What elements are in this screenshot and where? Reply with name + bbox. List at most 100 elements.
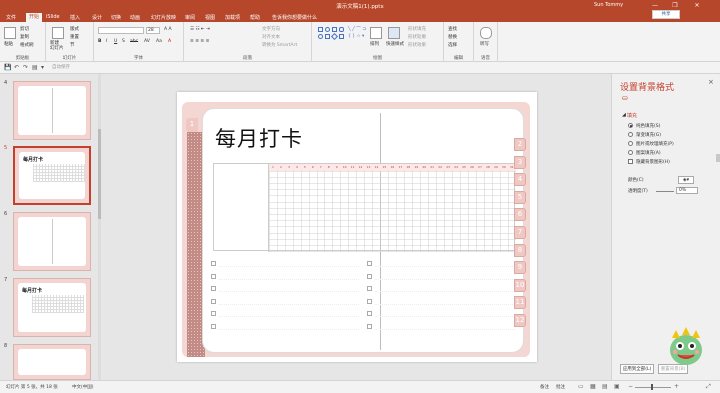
quick-styles-icon[interactable] <box>388 27 400 39</box>
shape-lines-icon[interactable]: ╲ ╱ ⌒ ⊐ <box>348 26 366 32</box>
layout-button[interactable]: 版式 <box>70 26 79 32</box>
tab-view[interactable]: 视图 <box>205 14 215 21</box>
hide-graphics-checkbox[interactable] <box>628 159 633 164</box>
save-icon[interactable]: 💾 <box>4 64 11 71</box>
todo-checkbox[interactable] <box>367 286 372 291</box>
new-slide-button[interactable]: 新建 幻灯片 <box>50 41 64 51</box>
slide[interactable]: 每月打卡 1 2 3 4 5 6 7 8 9 10 11 12 13 14 15 16 17 18 19 20 21 22… <box>177 92 537 362</box>
dictate-button[interactable]: 听写 <box>480 41 489 47</box>
checkin-table[interactable]: 1 2 3 4 5 6 7 8 9 10 11 12 13 14 15 16 17 18 19 20 21 22 23 24 2… <box>213 163 516 252</box>
slide-thumbnail-7[interactable]: 每月打卡 <box>13 278 91 337</box>
font-color-button[interactable]: A <box>168 39 171 44</box>
sorter-view-icon[interactable]: ▦ <box>590 383 596 390</box>
shape-outline-button[interactable]: 形状轮廓 <box>408 34 426 40</box>
shadow-button[interactable]: S <box>122 39 125 44</box>
font-name-combo[interactable] <box>98 27 144 34</box>
todo-checkbox[interactable] <box>211 311 216 316</box>
zoom-out-icon[interactable]: − <box>628 383 633 390</box>
user-name[interactable]: Sun Tommy <box>594 2 623 8</box>
shape-circle-icon[interactable] <box>318 34 323 39</box>
language-indicator[interactable]: 中文(中国) <box>72 384 94 390</box>
paste-icon[interactable] <box>4 27 16 39</box>
shape-oval-icon[interactable] <box>325 27 330 32</box>
redo-icon[interactable]: ↷ <box>23 64 28 71</box>
tab-home[interactable]: 开始 <box>26 13 43 22</box>
shape-fill-button[interactable]: 形状填充 <box>408 26 426 32</box>
transparency-input[interactable]: 0% <box>676 187 698 194</box>
todo-checkbox[interactable] <box>211 286 216 291</box>
fill-section-label[interactable]: 填充 <box>627 112 637 119</box>
todo-checkbox[interactable] <box>211 323 216 329</box>
bold-button[interactable]: B <box>98 39 101 44</box>
close-pane-button[interactable]: × <box>708 78 714 86</box>
replace-button[interactable]: 替换 <box>448 34 457 40</box>
normal-view-icon[interactable]: ▭ <box>578 383 584 390</box>
tab-help[interactable]: 帮助 <box>250 14 260 21</box>
shape-more-icon[interactable]: { } ☆ ▾ <box>348 34 364 39</box>
comments-button[interactable]: 批注 <box>556 384 565 390</box>
section-button[interactable]: 节 <box>70 42 75 48</box>
slide-thumbnail-6[interactable] <box>13 212 91 271</box>
solid-fill-radio[interactable] <box>628 123 633 128</box>
gradient-fill-radio[interactable] <box>628 132 633 137</box>
tell-me-search[interactable]: 告诉我你想要做什么 <box>272 14 317 21</box>
strike-button[interactable]: abc <box>130 39 138 44</box>
transparency-slider[interactable] <box>656 191 674 192</box>
align-text-button[interactable]: 对齐文本 <box>262 34 280 40</box>
tab-insert[interactable]: 插入 <box>70 14 80 21</box>
zoom-knob[interactable] <box>651 384 653 390</box>
select-button[interactable]: 选择 <box>448 42 457 48</box>
notes-button[interactable]: 备注 <box>540 384 549 390</box>
todo-checkbox[interactable] <box>211 273 216 279</box>
shape-rect-icon[interactable] <box>318 27 323 32</box>
grow-font-icon[interactable]: A A <box>164 27 172 32</box>
microphone-icon[interactable] <box>480 27 492 39</box>
color-picker-button[interactable]: ◈▾ <box>678 176 694 184</box>
arrange-button[interactable]: 排列 <box>370 41 379 47</box>
new-slide-icon[interactable] <box>52 27 64 39</box>
underline-button[interactable]: U <box>114 39 117 44</box>
customize-qat-icon[interactable]: ▾ <box>41 64 44 71</box>
todo-checkbox[interactable] <box>367 298 372 304</box>
shape-square-icon[interactable] <box>325 34 330 39</box>
reset-button[interactable]: 重置 <box>70 34 79 40</box>
tab-design[interactable]: 设计 <box>92 14 102 21</box>
arrange-icon[interactable] <box>370 27 382 39</box>
format-painter-button[interactable]: 格式刷 <box>20 42 34 48</box>
tab-addins[interactable]: 加载项 <box>225 14 240 21</box>
quick-styles-button[interactable]: 快速样式 <box>386 41 404 47</box>
shape-tri-icon[interactable] <box>339 34 344 39</box>
reading-view-icon[interactable]: ▤ <box>602 383 608 390</box>
paste-button[interactable]: 粘贴 <box>4 41 13 47</box>
fit-slide-icon[interactable]: ⤢ <box>706 383 711 391</box>
shape-rounded-icon[interactable] <box>339 27 344 32</box>
spacing-button[interactable]: AV <box>144 39 150 44</box>
collapse-triangle-icon[interactable]: ◢ <box>622 112 626 118</box>
tab-islide[interactable]: iSlide <box>46 14 60 20</box>
tab-slideshow[interactable]: 幻灯片放映 <box>151 14 176 21</box>
todo-checkbox[interactable] <box>367 261 372 266</box>
shape-effects-button[interactable]: 形状效果 <box>408 42 426 48</box>
tab-review[interactable]: 审阅 <box>185 14 195 21</box>
zoom-slider[interactable] <box>635 387 671 388</box>
copy-button[interactable]: 复制 <box>20 34 29 40</box>
cut-button[interactable]: 剪切 <box>20 26 29 32</box>
todo-checkbox[interactable] <box>367 273 372 279</box>
todo-checkbox[interactable] <box>367 323 372 329</box>
shape-rect2-icon[interactable] <box>332 27 337 32</box>
align-icons[interactable]: ≡ ≡ ≡ ≡ <box>190 39 209 44</box>
todo-checkbox[interactable] <box>211 261 216 266</box>
pane-scrollbar[interactable] <box>716 154 720 162</box>
pattern-fill-radio[interactable] <box>628 150 633 155</box>
slide-thumbnail-5[interactable]: 每月打卡 <box>13 146 91 205</box>
tab-file[interactable]: 文件 <box>6 14 16 21</box>
zoom-in-icon[interactable]: + <box>674 383 679 390</box>
undo-icon[interactable]: ↶ <box>14 64 19 71</box>
close-button[interactable]: ✕ <box>688 0 706 12</box>
find-button[interactable]: 查找 <box>448 26 457 32</box>
slide-title[interactable]: 每月打卡 <box>215 123 303 153</box>
font-size-combo[interactable]: 28 <box>146 27 160 34</box>
italic-button[interactable]: I <box>106 39 107 44</box>
slideshow-view-icon[interactable]: ▣ <box>614 383 620 390</box>
slide-thumbnail-4[interactable] <box>13 81 91 140</box>
